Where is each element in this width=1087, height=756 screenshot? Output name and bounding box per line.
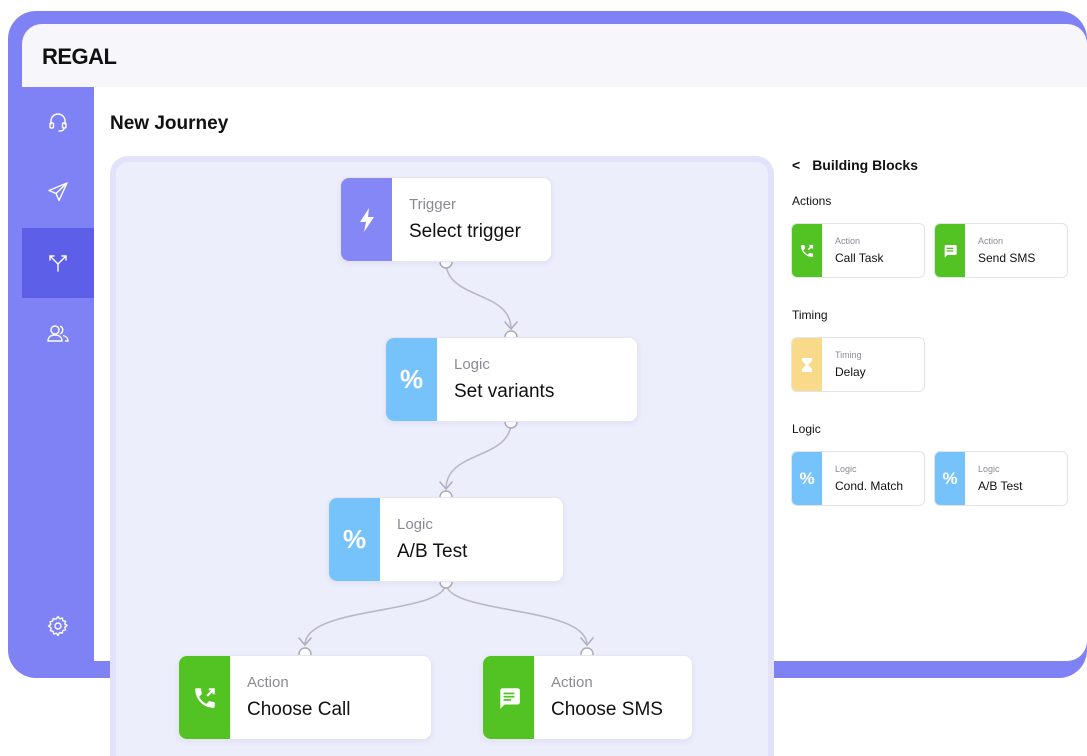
percent-icon: % [942, 468, 958, 488]
node-category: Trigger [409, 196, 456, 213]
node-label: Select trigger [409, 221, 521, 242]
block-call-task[interactable]: Action Call Task [791, 223, 925, 278]
block-delay[interactable]: Timing Delay [791, 337, 925, 392]
block-category: Action [978, 236, 1004, 246]
block-send-sms[interactable]: Action Send SMS [934, 223, 1068, 278]
panel-header: < Building Blocks [792, 157, 918, 173]
brand-logo: REGAL [42, 44, 117, 69]
node-choose-sms[interactable]: Action Choose SMS [482, 655, 693, 740]
node-category: Action [551, 674, 593, 691]
block-category: Timing [835, 350, 862, 360]
section-logic-label: Logic [792, 422, 821, 436]
block-category: Action [835, 236, 861, 246]
sidebar-item-send[interactable] [22, 157, 94, 227]
panel-title: Building Blocks [812, 157, 918, 173]
sidebar-item-headset[interactable] [22, 87, 94, 157]
section-actions-label: Actions [792, 194, 832, 208]
percent-icon: % [399, 364, 424, 394]
node-label: Choose SMS [551, 699, 663, 720]
send-icon [48, 182, 68, 202]
headset-icon [49, 113, 67, 132]
node-category: Logic [397, 516, 433, 533]
phone-call-icon [194, 687, 215, 708]
node-ab-test[interactable]: % Logic A/B Test [328, 497, 564, 582]
hourglass-icon [802, 357, 812, 372]
percent-icon: % [799, 468, 815, 488]
block-category: Logic [978, 464, 1000, 474]
percent-icon: % [342, 524, 367, 554]
message-icon [944, 244, 957, 258]
block-cond-match[interactable]: % Logic Cond. Match [791, 451, 925, 506]
block-ab-test[interactable]: % Logic A/B Test [934, 451, 1068, 506]
journey-split-icon [49, 255, 67, 272]
node-label: A/B Test [397, 541, 468, 562]
block-label: Delay [835, 365, 866, 379]
block-label: Call Task [835, 251, 884, 265]
block-label: Send SMS [978, 251, 1036, 265]
phone-call-icon [801, 244, 814, 257]
sidebar [22, 87, 94, 661]
sidebar-item-journeys[interactable] [22, 228, 94, 298]
node-choose-call[interactable]: Action Choose Call [178, 655, 432, 740]
node-set-variants[interactable]: % Logic Set variants [385, 337, 638, 422]
node-category: Logic [454, 356, 490, 373]
node-category: Action [247, 674, 289, 691]
node-label: Choose Call [247, 699, 351, 720]
top-bar [22, 24, 1087, 87]
page-title: New Journey [110, 113, 229, 134]
sidebar-settings[interactable] [22, 591, 94, 661]
back-chevron-icon[interactable]: < [792, 157, 800, 173]
gear-icon [47, 615, 68, 637]
block-category: Logic [835, 464, 857, 474]
message-icon [499, 687, 520, 709]
node-trigger[interactable]: Trigger Select trigger [340, 177, 552, 262]
section-timing-label: Timing [792, 308, 828, 322]
lightning-icon [359, 207, 374, 232]
users-icon [47, 325, 69, 342]
block-label: Cond. Match [835, 479, 904, 493]
node-label: Set variants [454, 381, 555, 402]
block-label: A/B Test [978, 479, 1023, 493]
sidebar-item-users[interactable] [22, 298, 94, 368]
